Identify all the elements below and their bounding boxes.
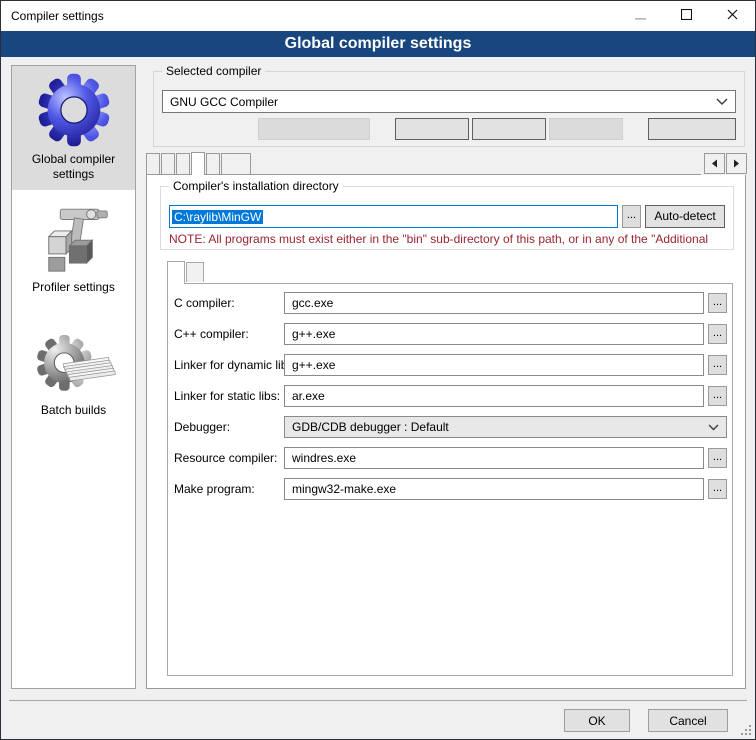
tab-search-directories[interactable] xyxy=(176,153,190,174)
footer-divider xyxy=(9,700,747,701)
page-title: Global compiler settings xyxy=(1,31,755,57)
field-row-c-compiler: C compiler: gcc.exe ... xyxy=(174,292,727,314)
chevron-down-icon xyxy=(708,424,719,431)
tab-toolchain-executables[interactable] xyxy=(191,152,205,175)
field-label: Resource compiler: xyxy=(174,451,280,465)
sidebar-item-label: Profiler settings xyxy=(32,280,115,295)
debugger-select[interactable]: GDB/CDB debugger : Default xyxy=(284,416,727,438)
linker-for-dynamic-libs-input[interactable]: g++.exe xyxy=(284,354,704,376)
resize-grip[interactable] xyxy=(741,725,752,736)
delete-button xyxy=(549,118,623,140)
titlebar: Compiler settings xyxy=(1,1,755,31)
tab-linker-settings[interactable] xyxy=(161,153,175,174)
selected-compiler-group: Selected compiler GNU GCC Compiler xyxy=(153,71,745,147)
field-label: C++ compiler: xyxy=(174,327,280,341)
program-files-tabbar xyxy=(167,260,733,283)
field-row-debugger: Debugger: GDB/CDB debugger : Default xyxy=(174,416,727,438)
field-label: Linker for dynamic libs: xyxy=(174,358,280,372)
gear-papers-icon xyxy=(32,331,116,401)
close-icon xyxy=(727,9,738,23)
installation-directory-group: Compiler's installation directory C:\ray… xyxy=(160,186,734,250)
scroll-left-icon xyxy=(711,157,718,171)
blue-gear-icon xyxy=(34,70,114,150)
installation-directory-input[interactable]: C:\raylib\MinGW xyxy=(169,205,618,228)
tab-scroll-right-button[interactable] xyxy=(726,153,747,174)
field-label: Make program: xyxy=(174,482,280,496)
subtab-program-files[interactable] xyxy=(167,261,185,284)
field-label: C compiler: xyxy=(174,296,280,310)
ok-button[interactable]: OK xyxy=(564,709,630,732)
copy-button[interactable] xyxy=(395,118,469,140)
maximize-icon xyxy=(681,9,692,23)
settings-tabbar xyxy=(146,151,747,175)
field-row-c-compiler: C++ compiler: g++.exe ... xyxy=(174,323,727,345)
c-compiler-input[interactable]: gcc.exe xyxy=(284,292,704,314)
maximize-button[interactable] xyxy=(663,1,709,31)
browse-button[interactable]: ... xyxy=(708,479,727,499)
field-label: Linker for static libs: xyxy=(174,389,280,403)
selected-text: C:\raylib\MinGW xyxy=(172,210,263,224)
cancel-button[interactable]: Cancel xyxy=(648,709,728,732)
sidebar-item-batch-builds[interactable]: Batch builds xyxy=(12,327,135,426)
make-program-input[interactable]: mingw32-make.exe xyxy=(284,478,704,500)
program-files-page: C compiler: gcc.exe ... C++ compiler: g+… xyxy=(167,283,733,676)
compiler-select[interactable]: GNU GCC Compiler xyxy=(162,90,736,113)
browse-button[interactable]: ... xyxy=(708,386,727,406)
window-controls xyxy=(617,1,755,31)
field-label: Debugger: xyxy=(174,420,280,434)
field-select-value: GDB/CDB debugger : Default xyxy=(292,420,449,434)
group-legend: Compiler's installation directory xyxy=(169,179,343,193)
auto-detect-button[interactable]: Auto-detect xyxy=(645,205,725,228)
tab-custom-variables[interactable] xyxy=(206,153,220,174)
field-row-make-program: Make program: mingw32-make.exe ... xyxy=(174,478,727,500)
toolchain-executables-page: Compiler's installation directory C:\ray… xyxy=(146,174,746,689)
resource-compiler-input[interactable]: windres.exe xyxy=(284,447,704,469)
reset-defaults-button[interactable] xyxy=(648,118,736,140)
field-row-resource-compiler: Resource compiler: windres.exe ... xyxy=(174,447,727,469)
main-panel: Selected compiler GNU GCC Compiler Compi… xyxy=(146,67,747,689)
blue-gear-icon xyxy=(34,70,114,150)
minimize-icon xyxy=(635,9,646,23)
caliper-icon xyxy=(37,200,111,278)
sidebar-item-label: Global compiler settings xyxy=(14,152,133,182)
sidebar-item-label: Batch builds xyxy=(41,403,106,418)
sidebar-item-profiler-settings[interactable]: Profiler settings xyxy=(12,196,135,303)
scroll-right-icon xyxy=(733,157,740,171)
subtab-additional-paths[interactable] xyxy=(186,262,204,282)
tab-compiler-settings[interactable] xyxy=(146,153,160,174)
compiler-select-value: GNU GCC Compiler xyxy=(170,95,278,109)
set-as-default-button xyxy=(258,118,370,140)
installation-directory-row: C:\raylib\MinGW ... Auto-detect xyxy=(169,205,725,228)
field-row-linker-for-dynamic-libs: Linker for dynamic libs: g++.exe ... xyxy=(174,354,727,376)
linker-for-static-libs-input[interactable]: ar.exe xyxy=(284,385,704,407)
rename-button[interactable] xyxy=(472,118,546,140)
tab-build[interactable] xyxy=(221,153,251,174)
browse-button[interactable]: ... xyxy=(708,448,727,468)
footer-buttons: OK Cancel xyxy=(564,709,728,732)
group-legend: Selected compiler xyxy=(162,64,265,78)
window-title: Compiler settings xyxy=(1,9,104,23)
browse-button[interactable]: ... xyxy=(708,355,727,375)
browse-directory-button[interactable]: ... xyxy=(622,205,641,228)
settings-sidebar: Global compiler settings Profiler settin… xyxy=(11,65,136,689)
field-row-linker-for-static-libs: Linker for static libs: ar.exe ... xyxy=(174,385,727,407)
compiler-buttons-row xyxy=(162,118,736,140)
compiler-settings-dialog: { "colors": { "banner_bg": "#17477e", "s… xyxy=(0,0,756,740)
gear-papers-icon xyxy=(32,331,116,401)
sidebar-item-global-compiler-settings[interactable]: Global compiler settings xyxy=(12,66,135,190)
minimize-button xyxy=(617,1,663,31)
c-compiler-input[interactable]: g++.exe xyxy=(284,323,704,345)
note-text: NOTE: All programs must exist either in … xyxy=(169,232,731,246)
chevron-down-icon xyxy=(716,98,728,106)
browse-button[interactable]: ... xyxy=(708,324,727,344)
tab-scroll-left-button[interactable] xyxy=(704,153,725,174)
caliper-icon xyxy=(37,200,111,278)
tab-scroll-buttons xyxy=(701,151,747,175)
close-button[interactable] xyxy=(709,1,755,31)
browse-button[interactable]: ... xyxy=(708,293,727,313)
